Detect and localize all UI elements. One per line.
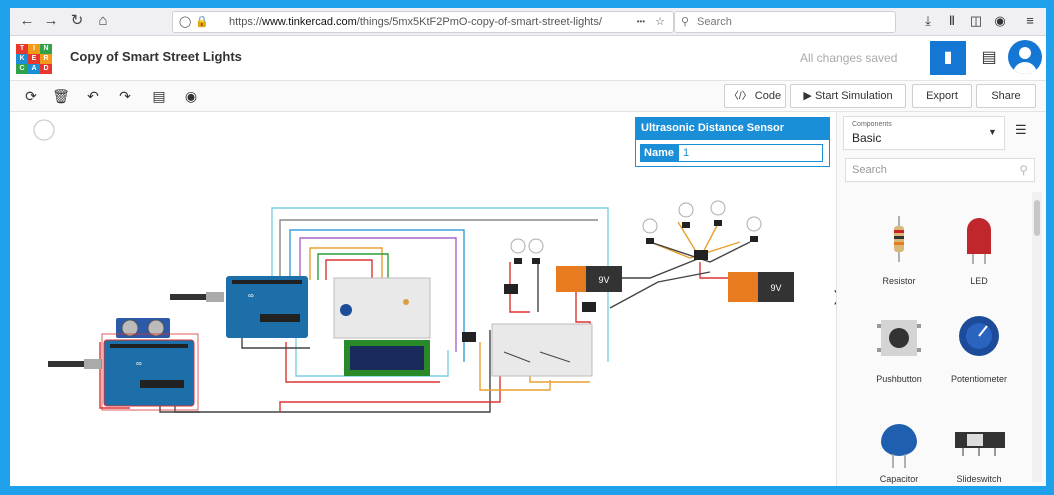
logo-letter: D	[40, 64, 52, 74]
url-bar[interactable]: ◯ 🔒 https://www.tinkercad.com/things/5mx…	[172, 11, 674, 33]
components-label: Components	[852, 121, 892, 128]
simulate-label: Start Simulation	[814, 90, 893, 102]
name-label: Name	[640, 144, 678, 162]
forward-icon[interactable]: →	[40, 11, 62, 31]
app-header: TIN KER CAD Copy of Smart Street Lights Al…	[10, 36, 1046, 81]
capacitor-icon	[881, 424, 917, 468]
save-status: All changes saved	[800, 51, 898, 65]
browser-search-input[interactable]: ⚲ Search	[674, 11, 896, 33]
logo-letter: C	[16, 64, 28, 74]
lock-icon: 🔒	[195, 16, 209, 28]
chevron-down-icon: ▼	[988, 127, 997, 137]
component-label: Capacitor	[879, 474, 919, 484]
logo-letter: T	[16, 44, 28, 54]
rotate-icon[interactable]: ⟳	[20, 86, 42, 106]
menu-icon[interactable]: ≡	[1020, 11, 1040, 31]
fit-view-icon	[33, 119, 55, 141]
export-button[interactable]: Export	[912, 84, 972, 108]
circuit-diagram[interactable]: ∞ ∞ 9V 9V	[10, 112, 836, 486]
name-input[interactable]: 1	[678, 144, 823, 162]
component-search-input[interactable]: Search ⚲	[845, 158, 1035, 182]
svg-text:∞: ∞	[136, 359, 142, 368]
pushbutton-icon	[877, 320, 921, 356]
arduino-board-1: ∞	[103, 339, 195, 407]
back-icon[interactable]: ←	[16, 11, 38, 31]
component-label: Resistor	[882, 276, 916, 286]
shield-icon: ◯	[179, 16, 192, 28]
url-text: https://www.tinkercad.com/things/5mx5KtF…	[229, 16, 602, 28]
code-button-label: Code	[754, 90, 782, 102]
components-sidebar: Components Basic ▼ ☰ Search ⚲ Resistor L…	[836, 112, 1046, 486]
battery-2: 9V	[728, 272, 794, 302]
breadboard-1	[333, 277, 431, 339]
start-simulation-button[interactable]: ▶ Start Simulation	[790, 84, 906, 108]
component-capacitor[interactable]: Capacitor	[859, 412, 939, 486]
breadboard-2	[491, 323, 593, 377]
svg-text:9V: 9V	[770, 283, 781, 293]
led-icon	[967, 218, 991, 264]
code-button[interactable]: 〈/〉 Code	[724, 84, 786, 108]
browser-toolbar: ← → ↻ ⌂ ◯ 🔒 https://www.tinkercad.com/th…	[10, 8, 1046, 36]
visibility-icon[interactable]: ◉	[180, 86, 202, 106]
component-label: LED	[970, 276, 988, 286]
home-icon[interactable]: ⌂	[92, 11, 114, 31]
search-icon: ⚲	[681, 16, 690, 28]
battery-1: 9V	[556, 266, 622, 292]
browser-window: ← → ↻ ⌂ ◯ 🔒 https://www.tinkercad.com/th…	[10, 8, 1046, 486]
tinkercad-logo[interactable]: TIN KER CAD	[16, 44, 52, 74]
search-icon: ⚲	[1019, 163, 1028, 177]
component-potentiometer[interactable]: Potentiometer	[939, 312, 1019, 386]
logo-letter: K	[16, 54, 28, 64]
list-view-icon[interactable]: ☰	[1015, 122, 1027, 138]
category-value: Basic	[852, 131, 882, 145]
undo-icon[interactable]: ↶	[82, 86, 104, 106]
component-label: Pushbutton	[876, 374, 922, 384]
notes-icon[interactable]: ▤	[148, 86, 170, 106]
sidebar-scrollbar[interactable]	[1032, 192, 1042, 482]
svg-text:9V: 9V	[598, 275, 609, 285]
browser-search-placeholder: Search	[697, 16, 732, 28]
code-icon: 〈/〉	[728, 91, 752, 102]
svg-text:∞: ∞	[248, 291, 254, 300]
component-slideswitch[interactable]: Slideswitch	[939, 412, 1019, 486]
editor-toolbar: ⟳ 🗑 ↶ ↷ ▤ ◉ 〈/〉 Code ▶ Start Simulation …	[10, 81, 1046, 112]
circuit-view-button[interactable]: ▮	[930, 41, 966, 75]
inspector-panel: Name 1	[635, 139, 830, 167]
components-category-select[interactable]: Components Basic ▼	[843, 116, 1005, 150]
library-icon[interactable]: Ⅱ	[942, 11, 962, 31]
reload-icon[interactable]: ↻	[66, 11, 88, 31]
sidebar-icon[interactable]: ◫	[966, 11, 986, 31]
download-icon[interactable]: ⤓	[918, 11, 938, 31]
avatar[interactable]	[1008, 40, 1042, 74]
ultrasonic-sensor	[116, 318, 170, 338]
logo-letter: E	[28, 54, 40, 64]
slideswitch-icon	[955, 432, 1005, 456]
page-actions-icon[interactable]: •••	[632, 12, 645, 32]
play-icon: ▶	[803, 90, 812, 102]
inspector-title: Ultrasonic Distance Sensor	[635, 117, 830, 139]
arduino-board-2: ∞	[226, 276, 308, 338]
component-list-button[interactable]: ▤	[972, 41, 1006, 75]
logo-letter: A	[28, 64, 40, 74]
component-resistor[interactable]: Resistor	[859, 214, 939, 286]
light-bulbs	[510, 200, 762, 254]
account-icon[interactable]: ◉	[990, 11, 1010, 31]
circuit-canvas[interactable]: ∞ ∞ 9V 9V	[10, 112, 836, 486]
component-label: Potentiometer	[950, 374, 1008, 384]
logo-letter: R	[40, 54, 52, 64]
redo-icon[interactable]: ↷	[114, 86, 136, 106]
component-label: Slideswitch	[956, 474, 1002, 484]
delete-icon[interactable]: 🗑	[50, 86, 72, 106]
component-led[interactable]: LED	[939, 214, 1019, 286]
design-title[interactable]: Copy of Smart Street Lights	[70, 49, 242, 64]
share-button[interactable]: Share	[976, 84, 1036, 108]
potentiometer-icon	[959, 316, 999, 356]
logo-letter: N	[40, 44, 52, 54]
resistor-icon	[894, 216, 904, 262]
component-pushbutton[interactable]: Pushbutton	[859, 312, 939, 386]
lcd-display	[344, 340, 430, 376]
component-search-placeholder: Search	[852, 164, 887, 176]
bookmark-star-icon[interactable]: ☆	[655, 12, 665, 32]
logo-letter: I	[28, 44, 40, 54]
